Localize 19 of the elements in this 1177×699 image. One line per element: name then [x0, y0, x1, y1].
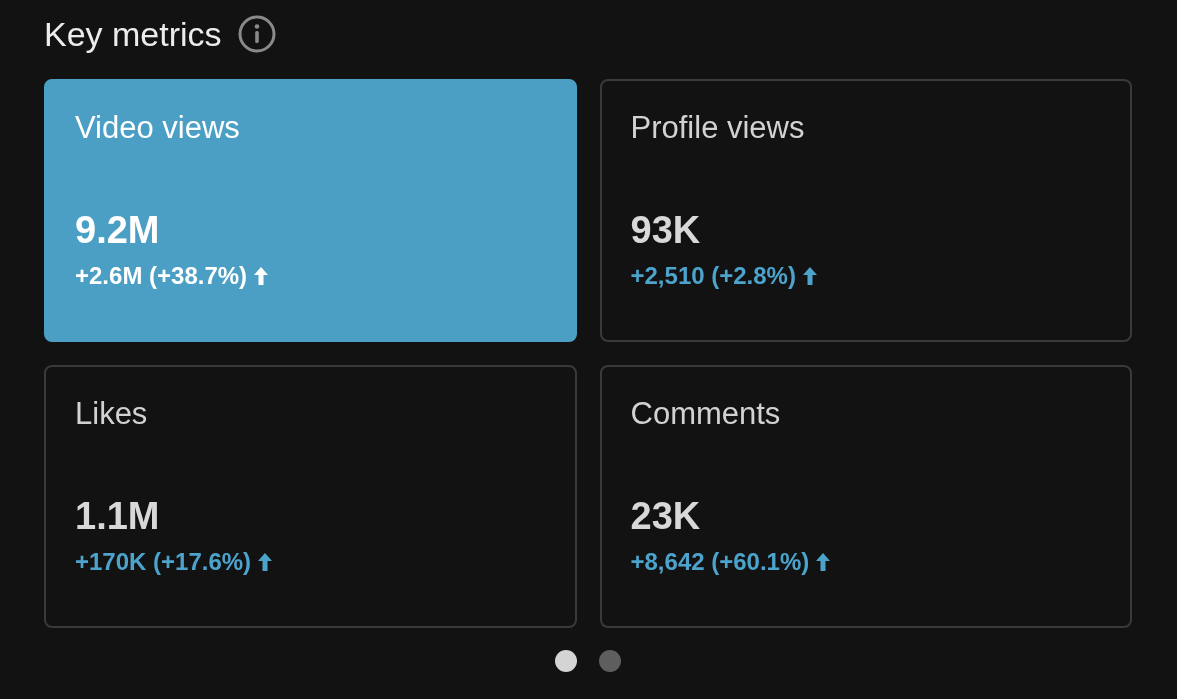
metric-change: +2,510 (+2.8%) [630, 260, 796, 291]
metric-change: +2.6M (+38.7%) [75, 260, 248, 291]
metric-value: 23K [630, 494, 702, 539]
metric-value: 93K [630, 208, 702, 253]
metric-card[interactable]: Likes 1.1M +170K (+17.6%) [44, 364, 577, 628]
metric-change: +8,642 (+60.1%) [630, 546, 810, 577]
metric-label: Likes [75, 394, 149, 432]
info-icon[interactable] [237, 15, 276, 54]
page-dot[interactable] [555, 649, 577, 672]
metric-change: +170K (+17.6%) [75, 546, 252, 577]
metric-label: Video views [75, 108, 241, 146]
metric-value: 9.2M [75, 208, 161, 253]
page-dot[interactable] [599, 649, 621, 672]
metric-value: 1.1M [75, 494, 161, 539]
section-title: Key metrics [44, 14, 222, 55]
metric-card[interactable]: Comments 23K +8,642 (+60.1%) [599, 364, 1132, 628]
metric-card[interactable]: Profile views 93K +2,510 (+2.8%) [599, 78, 1132, 342]
metric-label: Comments [630, 394, 782, 432]
metric-label: Profile views [630, 108, 806, 146]
